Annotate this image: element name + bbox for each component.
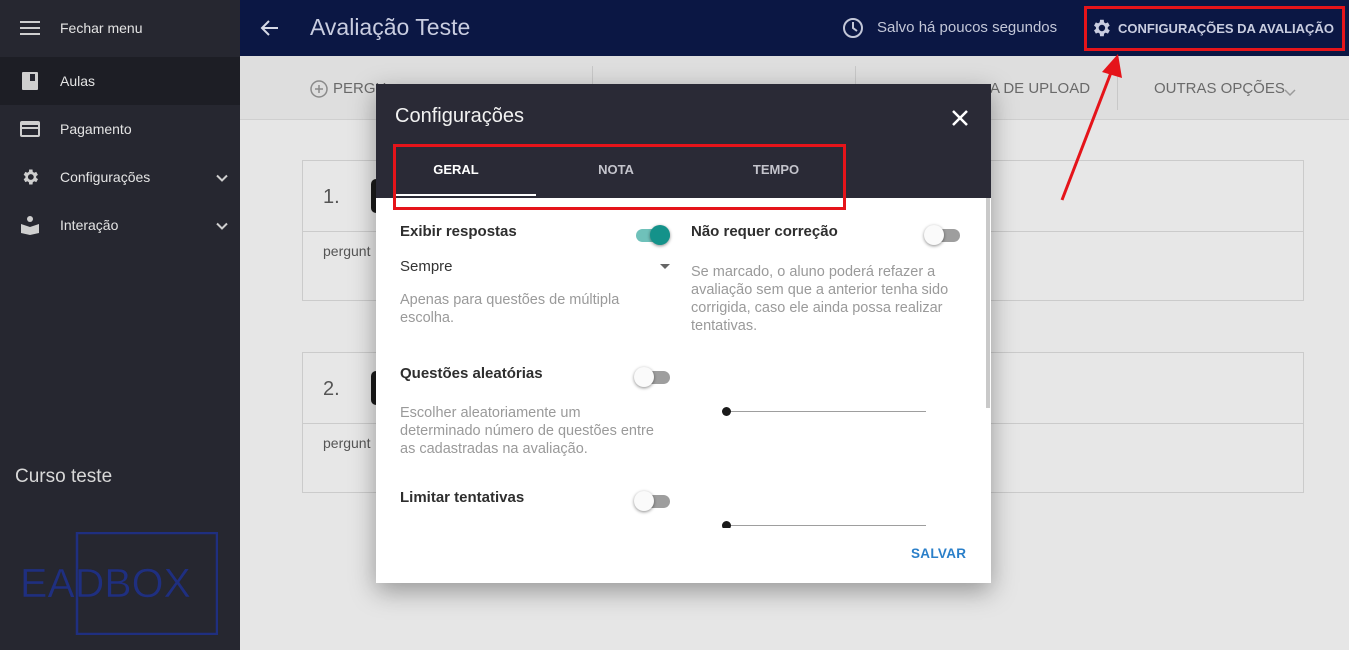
clock-icon (842, 17, 864, 39)
course-name: Curso teste (15, 466, 113, 487)
close-icon[interactable] (950, 108, 970, 128)
limitar-tentativas-label: Limitar tentativas (400, 489, 525, 506)
limitar-tentativas-slider[interactable] (722, 521, 926, 528)
menu-icon (20, 18, 40, 38)
question-number: 2. (323, 378, 340, 400)
saved-status: Salvo há poucos segundos (877, 19, 1058, 36)
sidebar: Fechar menu Aulas Pagamento Configuraçõe… (0, 0, 240, 650)
logo-text: EADBOX (20, 560, 191, 606)
sidebar-item-label: Aulas (60, 73, 96, 89)
question-text: pergunt (323, 243, 371, 259)
nao-requer-correcao-toggle[interactable] (924, 225, 960, 245)
nao-requer-correcao-label: Não requer correção (691, 223, 838, 240)
exibir-respostas-label: Exibir respostas (400, 223, 517, 240)
save-button[interactable]: SALVAR (911, 546, 966, 561)
dropdown-caret-icon (660, 264, 670, 269)
credit-card-icon (20, 119, 40, 139)
sidebar-item-pagamento[interactable]: Pagamento (0, 105, 240, 153)
question-text: pergunt (323, 435, 371, 451)
arrow-back-icon[interactable] (260, 18, 280, 38)
gear-icon (20, 167, 40, 187)
reader-icon (20, 215, 40, 235)
eadbox-logo: EADBOX (20, 531, 219, 636)
slider-knob[interactable] (722, 407, 731, 416)
highlight-box-tabs (393, 144, 846, 210)
toolbar-more-options[interactable]: OUTRAS OPÇÕES (1154, 80, 1285, 97)
modal-title: Configurações (395, 105, 524, 127)
questoes-aleatorias-label: Questões aleatórias (400, 365, 543, 382)
page-title: Avaliação Teste (310, 14, 471, 40)
sidebar-item-configuracoes[interactable]: Configurações (0, 153, 240, 201)
chevron-down-icon (216, 219, 228, 231)
sidebar-item-label: Configurações (60, 169, 151, 185)
limitar-tentativas-toggle[interactable] (634, 491, 670, 511)
exibir-respostas-help: Apenas para questões de múltipla escolha… (400, 292, 620, 326)
question-number: 1. (323, 186, 340, 208)
nao-requer-correcao-help: Se marcado, o aluno poderá refazer a ava… (691, 264, 949, 334)
sidebar-item-interacao[interactable]: Interação (0, 201, 240, 249)
book-icon (20, 71, 40, 91)
questoes-aleatorias-help: Escolher aleatoriamente um determinado n… (400, 405, 654, 457)
slider-knob[interactable] (722, 521, 731, 528)
exibir-respostas-toggle[interactable] (634, 225, 670, 245)
modal-scrollbar[interactable] (986, 198, 990, 408)
sidebar-item-label: Pagamento (60, 121, 132, 137)
questoes-aleatorias-slider[interactable] (722, 407, 926, 417)
add-circle-icon (310, 80, 328, 103)
exibir-respostas-select[interactable]: Sempre (400, 258, 670, 275)
highlight-box-settings (1084, 6, 1345, 51)
settings-modal: Configurações GERAL NOTA TEMPO Exibir re… (376, 84, 991, 583)
sidebar-item-label: Interação (60, 217, 119, 233)
questoes-aleatorias-toggle[interactable] (634, 367, 670, 387)
sidebar-item-close-menu[interactable]: Fechar menu (0, 4, 240, 52)
sidebar-item-aulas[interactable]: Aulas (0, 57, 240, 105)
chevron-down-icon (1284, 85, 1296, 103)
chevron-down-icon (216, 171, 228, 183)
select-value: Sempre (400, 258, 453, 275)
annotation-arrow (1060, 54, 1122, 201)
sidebar-item-label: Fechar menu (60, 20, 143, 36)
